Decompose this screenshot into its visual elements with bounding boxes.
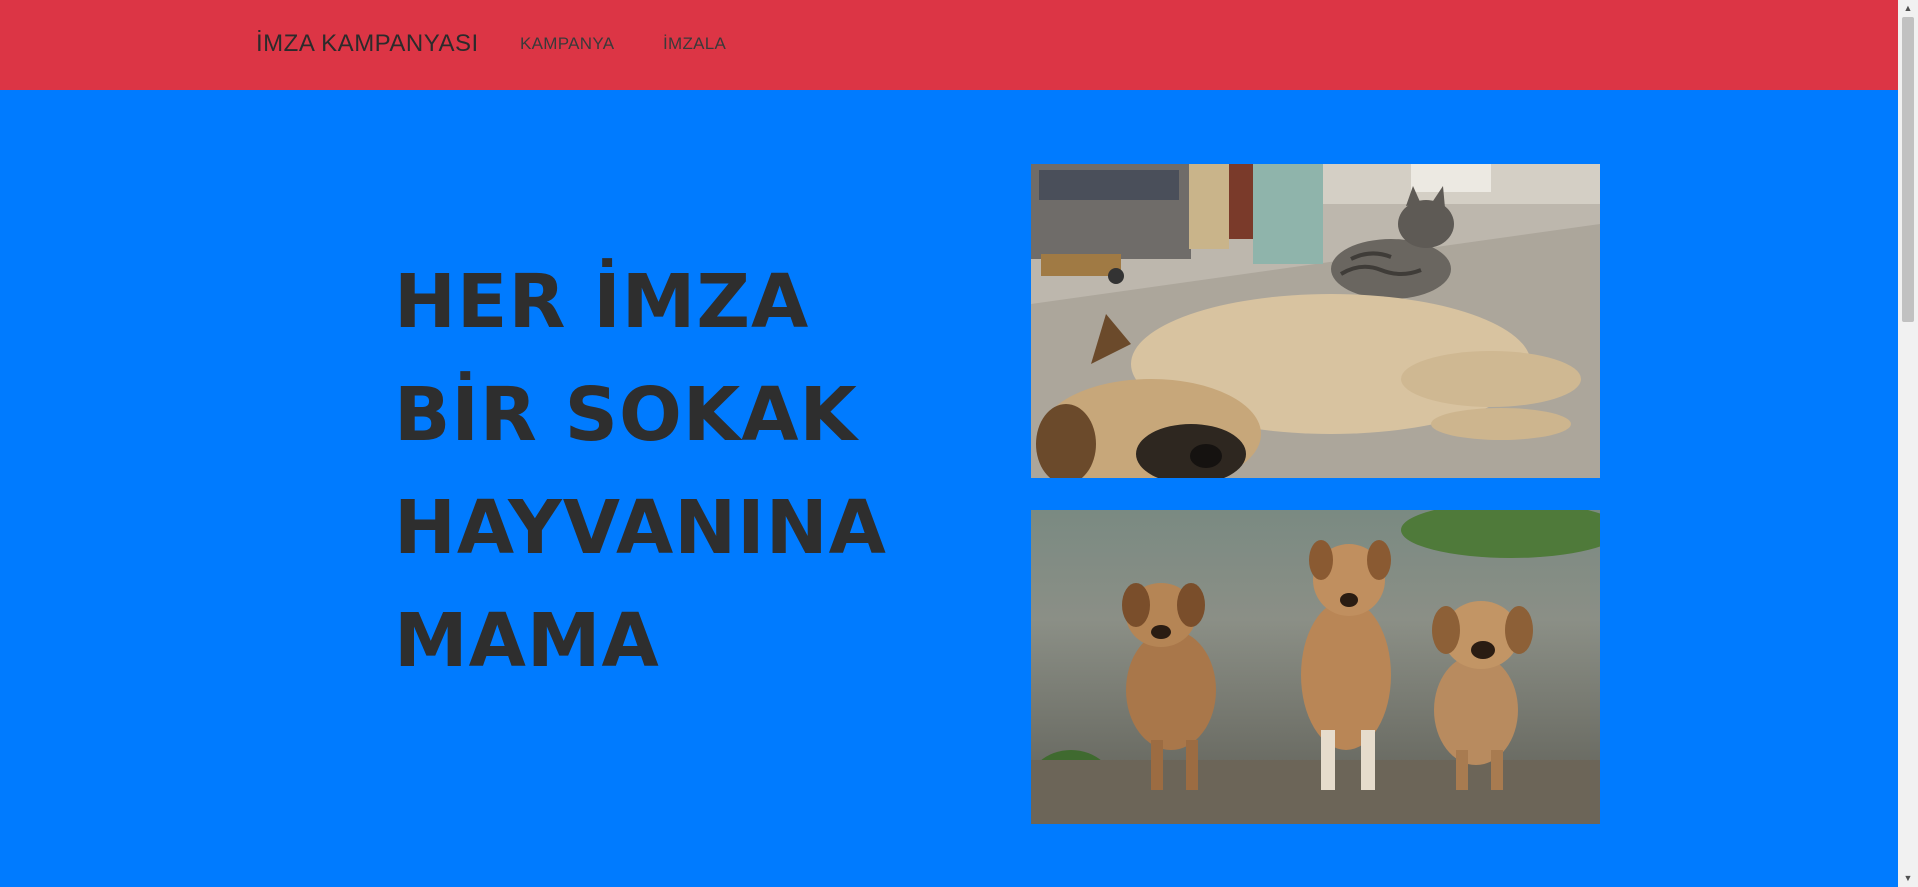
- top-navbar: İMZA KAMPANYASI KAMPANYA İMZALA: [0, 0, 1898, 90]
- dog-and-cat-image: [1031, 164, 1600, 478]
- navbar-brand[interactable]: İMZA KAMPANYASI: [256, 30, 479, 58]
- headline-line-1: HER İMZA: [394, 259, 810, 345]
- scroll-down-icon[interactable]: ▼: [1898, 870, 1918, 887]
- hero-headline: HER İMZA BİR SOKAK HAYVANINA MAMA: [394, 246, 887, 698]
- nav-link-kampanya[interactable]: KAMPANYA: [520, 34, 614, 54]
- headline-line-3: HAYVANINA: [394, 485, 887, 571]
- page-scrollbar[interactable]: ▲ ▼: [1898, 0, 1918, 887]
- three-puppies-photo: [1031, 510, 1600, 824]
- three-puppies-image: [1031, 510, 1600, 824]
- scroll-thumb[interactable]: [1902, 17, 1914, 322]
- dog-and-cat-photo: [1031, 164, 1600, 478]
- page: İMZA KAMPANYASI KAMPANYA İMZALA HER İMZA…: [0, 0, 1918, 887]
- scroll-up-icon[interactable]: ▲: [1898, 0, 1918, 17]
- headline-line-4: MAMA: [394, 598, 660, 684]
- nav-link-imzala[interactable]: İMZALA: [663, 34, 726, 54]
- headline-line-2: BİR SOKAK: [394, 372, 858, 458]
